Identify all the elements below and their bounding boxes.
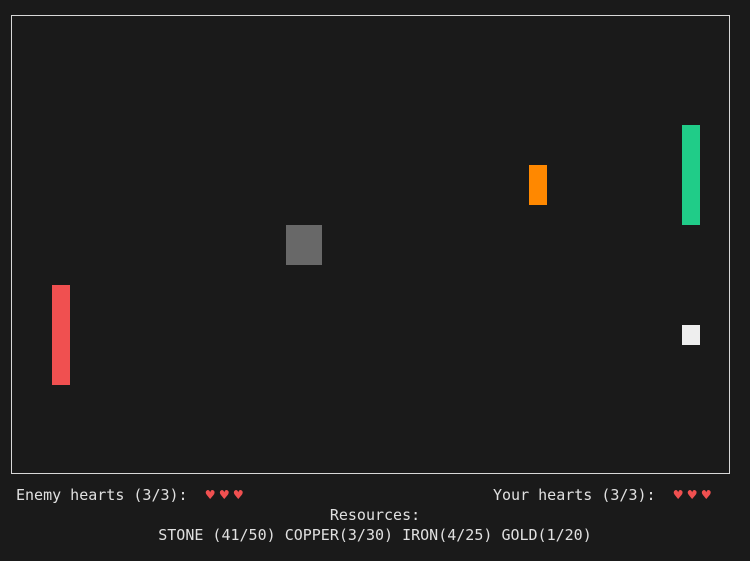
enemy-hearts-display: Enemy hearts (3/3): ♥ ♥ ♥ xyxy=(16,485,248,505)
game-arena[interactable] xyxy=(11,15,730,474)
obstacle-block xyxy=(286,225,322,265)
player-hearts-display: Your hearts (3/3): ♥ ♥ ♥ xyxy=(493,485,716,505)
resource-gold: GOLD(1/20) xyxy=(501,526,592,544)
enemy-hearts-label: Enemy hearts (3/3): xyxy=(16,486,188,504)
heart-icon: ♥ xyxy=(701,486,711,504)
enemy-paddle xyxy=(52,285,70,385)
heart-icon: ♥ xyxy=(673,486,683,504)
resource-pickup xyxy=(529,165,547,205)
ball xyxy=(682,325,700,345)
heart-icon: ♥ xyxy=(233,486,243,504)
heart-icon: ♥ xyxy=(687,486,697,504)
resources-list: STONE (41/50) COPPER(3/30) IRON(4/25) GO… xyxy=(0,525,750,545)
resource-copper: COPPER(3/30) xyxy=(284,526,394,544)
heart-icon: ♥ xyxy=(205,486,215,504)
resource-stone: STONE (41/50) xyxy=(158,526,276,544)
player-paddle[interactable] xyxy=(682,125,700,225)
player-hearts-label: Your hearts (3/3): xyxy=(493,486,656,504)
player-hearts-icons: ♥ ♥ ♥ xyxy=(674,486,716,504)
enemy-hearts-icons: ♥ ♥ ♥ xyxy=(206,486,248,504)
resources-title: Resources: xyxy=(329,506,421,524)
heart-icon: ♥ xyxy=(219,486,229,504)
resource-iron: IRON(4/25) xyxy=(402,526,493,544)
